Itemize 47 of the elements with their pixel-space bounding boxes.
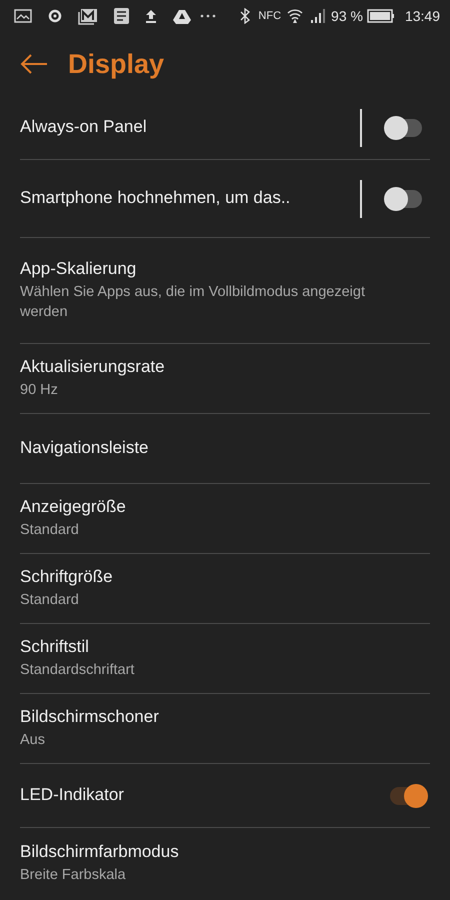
settings-row[interactable]: Schriftgröße Standard [20, 554, 430, 624]
setting-title: Anzeigegröße [20, 496, 127, 518]
setting-title: Schriftstil [20, 636, 90, 658]
battery-icon [366, 9, 395, 23]
battery-percent: 93 % [331, 6, 363, 26]
divider-line [360, 108, 362, 146]
upload-icon [145, 9, 157, 23]
triangle-icon [173, 8, 191, 24]
settings-row[interactable]: Bildschirmschoner Aus [20, 694, 430, 764]
page-title: Display [68, 48, 164, 81]
setting-title: App-Skalierung [20, 258, 138, 280]
setting-title: Bildschirmschoner [20, 706, 160, 728]
settings-row[interactable]: LED-Indikator [20, 764, 430, 828]
mail-icon [78, 8, 98, 24]
setting-title: LED-Indikator [20, 784, 125, 806]
picture-icon [14, 9, 32, 23]
setting-value: Breite Farbskala [20, 866, 127, 885]
more-icon [200, 14, 216, 18]
settings-row[interactable]: Smartphone hochnehmen, um das.. [20, 160, 430, 238]
clock: 13:49 [404, 6, 440, 26]
settings-row[interactable]: Always-on Panel [20, 96, 430, 160]
settings-row[interactable]: Anzeigegröße Standard [20, 484, 430, 554]
setting-title: Bildschirmfarbmodus [20, 840, 180, 863]
swirl-icon [48, 7, 62, 25]
setting-value: Aus [20, 731, 46, 750]
back-button[interactable] [20, 53, 48, 75]
setting-title: Schriftgröße [20, 566, 114, 588]
signal-icon [311, 9, 328, 23]
setting-title: Navigationsleiste [20, 437, 150, 460]
nfc-label: NFC [258, 8, 282, 24]
setting-value: Standard [20, 591, 80, 610]
setting-value: Wählen Sie Apps aus, die im Vollbildmodus angezeigt werden [20, 283, 366, 322]
setting-title: Smartphone hochnehmen, um das.. [20, 187, 292, 210]
setting-value: Standardschriftart [20, 661, 136, 680]
divider-line [360, 180, 362, 218]
setting-value: 90 Hz [20, 381, 59, 400]
setting-title: Always-on Panel [20, 116, 148, 138]
settings-row[interactable]: Aktualisierungsrate 90 Hz [20, 344, 430, 414]
settings-row[interactable]: Schriftstil Standardschriftart [20, 624, 430, 694]
settings-row[interactable]: Navigationsleiste [20, 414, 430, 484]
wifi-icon [287, 8, 304, 24]
settings-row[interactable]: Bildschirmfarbmodus Breite Farbskala [20, 828, 430, 898]
setting-title: Aktualisierungsrate [20, 356, 166, 378]
document-icon [114, 8, 129, 24]
setting-value: Standard [20, 521, 80, 540]
bluetooth-icon [240, 8, 250, 24]
settings-row[interactable]: App-Skalierung Wählen Sie Apps aus, die im Vollbildmodus angezeigt werden [20, 238, 430, 344]
